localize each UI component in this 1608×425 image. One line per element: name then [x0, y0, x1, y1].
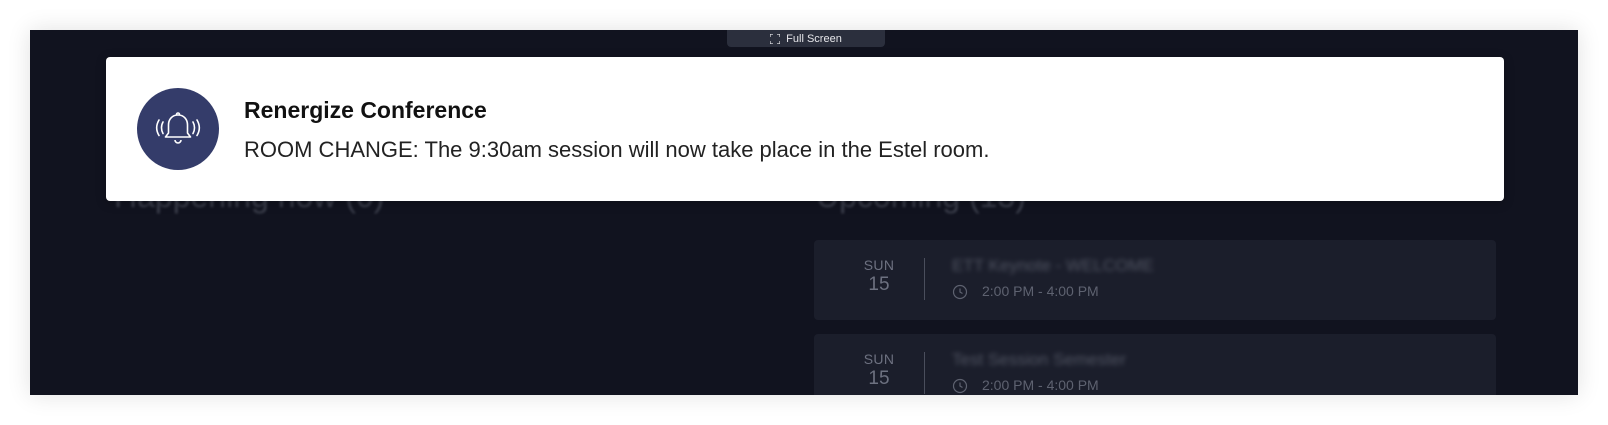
session-date: SUN 15: [854, 351, 904, 390]
fullscreen-icon: [770, 33, 781, 44]
session-time: 2:00 PM - 4:00 PM: [982, 377, 1099, 393]
fullscreen-button[interactable]: Full Screen: [727, 30, 885, 47]
notification-message: ROOM CHANGE: The 9:30am session will now…: [244, 137, 990, 162]
app-frame: Full Screen Happening now (0) Upcoming (…: [30, 30, 1578, 395]
notification-title: Renergize Conference: [244, 97, 487, 123]
session-time: 2:00 PM - 4:00 PM: [982, 283, 1099, 299]
clock-icon: [952, 284, 968, 300]
fullscreen-label: Full Screen: [786, 32, 842, 45]
notification-avatar: [137, 88, 219, 170]
session-date-number: 15: [868, 368, 890, 389]
date-divider: [924, 258, 925, 300]
session-card[interactable]: SUN 15 ETT Keynote - WELCOME 2:00 PM - 4…: [814, 240, 1496, 320]
session-day: SUN: [863, 351, 895, 367]
date-divider: [924, 352, 925, 394]
clock-icon: [952, 378, 968, 394]
notification-banner[interactable]: Renergize Conference ROOM CHANGE: The 9:…: [106, 57, 1504, 201]
session-card[interactable]: SUN 15 Test Session Semester 2:00 PM - 4…: [814, 334, 1496, 395]
session-date: SUN 15: [854, 257, 904, 296]
session-title: ETT Keynote - WELCOME: [952, 256, 1154, 275]
session-day: SUN: [863, 257, 895, 273]
session-title: Test Session Semester: [952, 350, 1126, 369]
session-date-number: 15: [868, 274, 890, 295]
bell-ringing-icon: [155, 112, 201, 144]
